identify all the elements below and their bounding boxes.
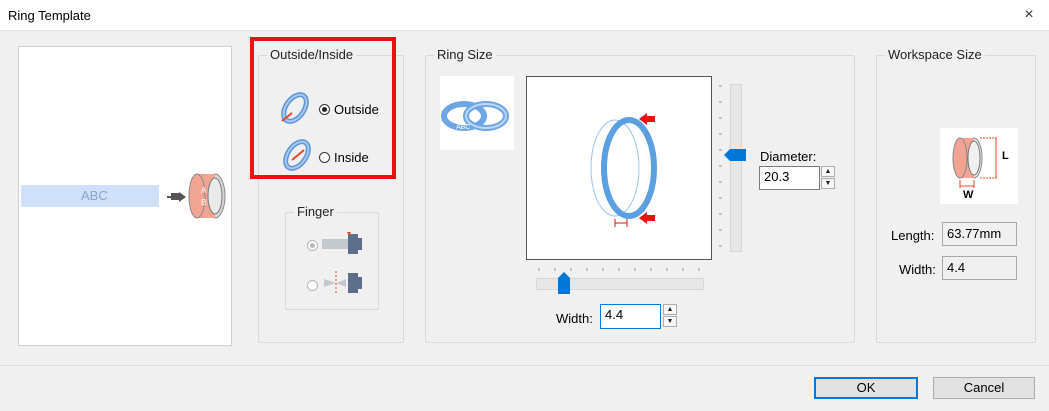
length-value: 63.77mm <box>942 222 1017 246</box>
diameter-label: Diameter: <box>760 149 817 164</box>
ring-preview-illustration: A B <box>21 173 226 219</box>
close-button[interactable]: × <box>1009 0 1049 30</box>
inside-radio[interactable] <box>319 152 330 163</box>
ok-button[interactable]: OK <box>814 377 918 399</box>
width-spin-down-icon[interactable]: ▼ <box>663 316 677 327</box>
workspace-ring-icon <box>952 137 998 188</box>
width-spin-up-icon[interactable]: ▲ <box>663 304 677 315</box>
finger-option-1-radio[interactable] <box>307 240 318 251</box>
ring-style-thumbnail: ABC <box>440 76 514 150</box>
ring-diagram <box>590 113 657 227</box>
ring-icon-text: ABC <box>456 124 471 131</box>
diameter-spin-up-icon[interactable]: ▲ <box>821 166 835 177</box>
workspace-l-label: L <box>1002 150 1009 162</box>
diameter-slider-ticks <box>719 85 722 247</box>
rings-icon <box>441 101 509 131</box>
finger-option-2-radio[interactable] <box>307 280 318 291</box>
width-label: Width: <box>556 311 593 326</box>
finger-narrow-icon <box>324 271 362 295</box>
preview-text: ABC <box>81 188 108 203</box>
diameter-spinner[interactable]: ▲ ▼ <box>821 166 835 190</box>
ring-size-canvas <box>526 76 712 260</box>
ring-outside-icon <box>281 92 309 124</box>
title-bar: Ring Template × <box>0 0 1049 31</box>
finger-label: Finger <box>294 204 337 219</box>
diameter-input[interactable]: 20.3 <box>759 166 820 190</box>
outside-radio[interactable] <box>319 104 330 115</box>
diameter-spin-down-icon[interactable]: ▼ <box>821 178 835 189</box>
outside-radio-option[interactable]: Outside <box>319 102 379 117</box>
finger-wide-icon <box>322 232 362 254</box>
finger-group: Finger <box>285 204 379 310</box>
window-title: Ring Template <box>8 8 91 23</box>
svg-text:A: A <box>201 186 207 195</box>
workspace-width-value: 4.4 <box>942 256 1017 280</box>
inside-radio-option[interactable]: Inside <box>319 150 369 165</box>
workspace-w-label: W <box>963 189 974 201</box>
width-spinner[interactable]: ▲ ▼ <box>663 304 677 328</box>
diameter-slider-thumb[interactable] <box>724 149 746 161</box>
workspace-diagram: L W <box>940 128 1018 204</box>
width-slider-thumb[interactable] <box>558 272 570 294</box>
ring-inside-icon <box>283 139 311 171</box>
length-label: Length: <box>891 228 935 243</box>
inside-radio-label: Inside <box>334 150 369 165</box>
outside-radio-label: Outside <box>334 102 379 117</box>
ring-preview-panel: A B ABC <box>18 46 232 346</box>
workspace-width-label: Width: <box>899 262 936 277</box>
width-input[interactable]: 4.4 <box>600 304 661 329</box>
workspace-size-label: Workspace Size <box>885 47 985 62</box>
diameter-slider-track[interactable] <box>730 84 742 252</box>
ring-size-label: Ring Size <box>434 47 496 62</box>
cancel-button[interactable]: Cancel <box>933 377 1035 399</box>
svg-text:B: B <box>201 198 206 207</box>
